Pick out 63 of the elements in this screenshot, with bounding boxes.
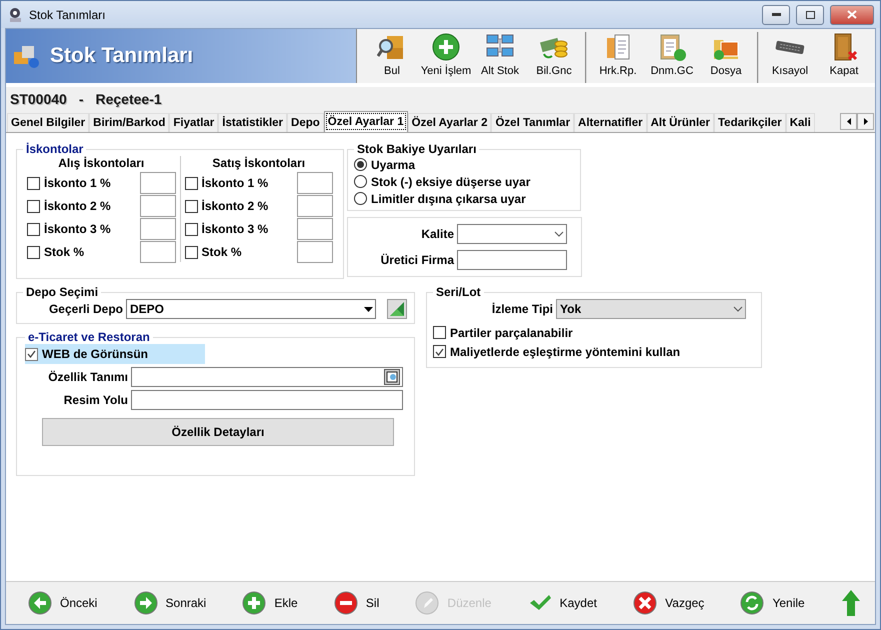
action-button[interactable]: Vazgeç xyxy=(633,591,704,615)
toolbar-button[interactable]: Yeni İşlem xyxy=(419,32,473,83)
action-button[interactable]: Ekle xyxy=(242,591,298,615)
group-title: Depo Seçimi xyxy=(25,285,100,299)
tracking-type-dropdown[interactable]: Yok xyxy=(556,299,746,319)
group-title: İskontolar xyxy=(25,142,84,156)
field-label: Resim Yolu xyxy=(62,393,128,407)
checkbox-label: Stok % xyxy=(202,245,242,259)
group-title: Stok Bakiye Uyarıları xyxy=(356,142,478,156)
record-code: ST00040 xyxy=(10,91,67,107)
warehouse-dropdown[interactable]: DEPO xyxy=(126,299,376,319)
group-title: Seri/Lot xyxy=(435,285,482,299)
column-title: Satış İskontoları xyxy=(212,156,306,170)
tab[interactable]: Birim/Barkod xyxy=(89,113,170,132)
tab[interactable]: Alternatifler xyxy=(574,113,647,132)
toolbar-button[interactable]: Bul xyxy=(365,32,419,83)
action-button[interactable]: Sil xyxy=(334,591,380,615)
checkbox-label: İskonto 2 % xyxy=(202,199,268,213)
action-button[interactable]: Yenile xyxy=(740,591,805,615)
window-title: Stok Tanımları xyxy=(29,8,106,22)
toolbar-button[interactable]: Kapat xyxy=(817,32,871,83)
banner-title: Stok Tanımları xyxy=(50,44,194,68)
tab[interactable]: Depo xyxy=(287,113,324,132)
action-button[interactable]: Sonraki xyxy=(134,591,206,615)
tab[interactable]: Genel Bilgiler xyxy=(7,113,90,132)
checkbox-label: İskonto 1 % xyxy=(202,176,268,190)
field-label: Kalite xyxy=(420,227,454,241)
checkbox-label: İskonto 3 % xyxy=(202,222,268,236)
tab[interactable]: Özel Ayarlar 1 xyxy=(324,111,408,132)
toolbar-button[interactable]: Dosya xyxy=(699,32,753,83)
toolbar-button[interactable]: Dnm.GC xyxy=(645,32,699,83)
toolbar-button[interactable]: Bil.Gnc xyxy=(527,32,581,83)
record-separator: - xyxy=(78,91,84,107)
action-button[interactable]: Kaydet xyxy=(528,591,597,615)
checkbox-label: Stok % xyxy=(44,245,84,259)
web-checkbox-row[interactable]: WEB de Görünsün xyxy=(25,344,205,364)
radio-label: Limitler dışına çıkarsa uyar xyxy=(371,192,526,206)
tab[interactable]: Alt Ürünler xyxy=(646,113,714,132)
checkbox-label: Maliyetlerde eşleştirme yöntemini kullan xyxy=(450,344,680,358)
toolbar-button[interactable]: Kısayol xyxy=(763,32,817,83)
tab[interactable]: Kali xyxy=(786,113,815,132)
field-label: Geçerli Depo xyxy=(48,302,123,316)
action-button[interactable]: Önceki xyxy=(28,591,98,615)
field-label: İzleme Tipi xyxy=(490,302,553,316)
details-button[interactable]: Özellik Detayları xyxy=(42,418,394,446)
group-title: e-Ticaret ve Restoran xyxy=(27,330,151,344)
toolbar-button[interactable]: Alt Stok xyxy=(473,32,527,83)
tab[interactable]: Fiyatlar xyxy=(169,113,218,132)
checkbox-label: İskonto 2 % xyxy=(44,199,111,213)
checkbox-label: Partiler parçalanabilir xyxy=(450,326,573,340)
tab[interactable]: İstatistikler xyxy=(218,113,288,132)
field-label: Özellik Tanımı xyxy=(47,370,128,384)
checkbox-label: İskonto 1 % xyxy=(44,176,111,190)
field-label: Üretici Firma xyxy=(380,253,454,267)
toolbar-button[interactable]: Hrk.Rp. xyxy=(591,32,645,83)
tab[interactable]: Özel Ayarlar 2 xyxy=(408,113,492,132)
radio-label: Stok (-) eksiye düşerse uyar xyxy=(371,174,530,188)
checkbox-label: İskonto 3 % xyxy=(44,222,111,236)
record-name: Reçetee-1 xyxy=(96,91,162,107)
tab[interactable]: Tedarikçiler xyxy=(714,113,786,132)
tab[interactable]: Özel Tanımlar xyxy=(491,113,574,132)
radio-label: Uyarma xyxy=(371,158,416,172)
column-title: Alış İskontoları xyxy=(58,156,144,170)
